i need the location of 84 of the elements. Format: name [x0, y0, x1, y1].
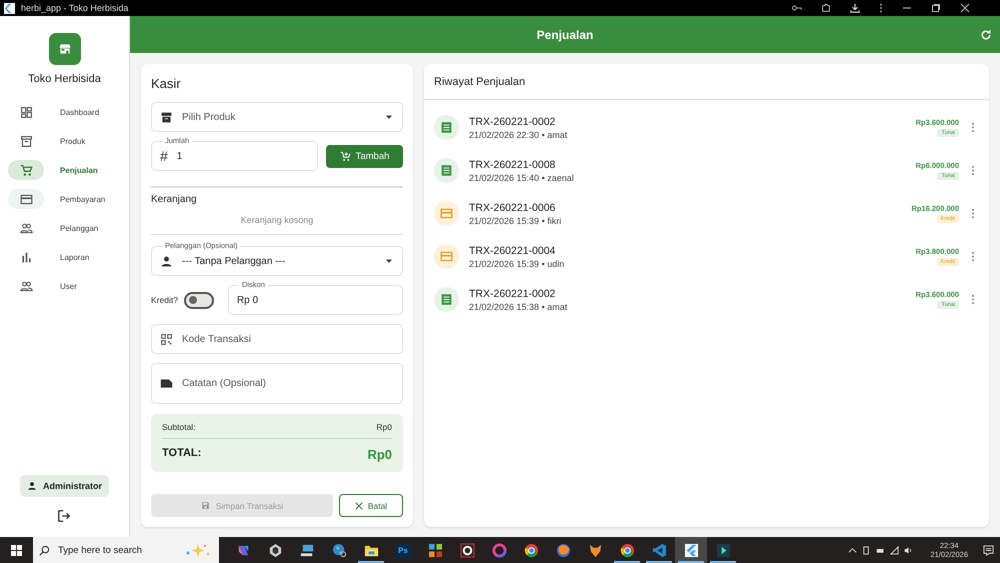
user-chip[interactable]: Administrator [20, 475, 109, 497]
ring-icon [492, 542, 506, 558]
brand-name: Toko Herbisida [28, 73, 101, 85]
close-icon [354, 502, 363, 510]
subtotal-value: Rp0 [376, 422, 392, 432]
credit-switch[interactable] [184, 292, 214, 308]
transaction-meta: 21/02/2026 15:38 • amat [469, 302, 568, 312]
cancel-button[interactable]: Batal [339, 494, 403, 517]
close-icon[interactable] [960, 3, 970, 13]
wifi-icon[interactable] [890, 546, 900, 554]
vscode-icon [652, 542, 666, 558]
flutter-icon [684, 542, 698, 558]
taskbar-button[interactable]: Ps [387, 537, 419, 563]
transaction-meta: 21/02/2026 22:30 • amat [469, 130, 568, 140]
computer-icon [300, 542, 314, 558]
label-icon [160, 377, 173, 390]
tiles-icon [428, 542, 442, 558]
nav-item[interactable]: Penjualan [0, 159, 129, 181]
total-value: Rp0 [367, 447, 392, 462]
subtotal-label: Subtotal: [162, 422, 196, 432]
transaction-meta: 21/02/2026 15:39 • udin [469, 258, 566, 268]
card-title: Riwayat Penjualan [424, 64, 989, 100]
total-label: TOTAL: [162, 447, 202, 461]
note-field[interactable]: Catatan (Opsional) [151, 363, 403, 404]
play-icon [716, 542, 730, 558]
chrome-icon [524, 542, 538, 558]
notification-icon[interactable] [983, 544, 994, 556]
cart-icon [20, 164, 32, 176]
transaction-code: TRX-260221-0004 [469, 244, 556, 256]
card-title: Kasir [151, 76, 182, 91]
nav-item[interactable]: Produk [0, 130, 129, 152]
empty-cart-message: Keranjang kosong [240, 215, 314, 225]
save-icon [200, 501, 210, 510]
transaction-meta: 21/02/2026 15:40 • zaenal [469, 172, 575, 182]
transaction-code-field[interactable]: Kode Transaksi [151, 324, 403, 354]
volume-icon[interactable] [904, 546, 914, 554]
hexagon-icon [268, 542, 282, 558]
people-icon [20, 280, 32, 292]
people-icon [20, 222, 32, 234]
transaction-code: TRX-260221-0006 [469, 202, 556, 214]
nav-item[interactable]: Pembayaran [0, 188, 129, 210]
person-icon [26, 481, 37, 491]
credit-label: Kredit? [151, 295, 178, 305]
app-icon [4, 2, 15, 14]
refresh-icon[interactable] [980, 28, 992, 40]
chevron-up-icon[interactable] [848, 546, 858, 554]
person-icon [160, 254, 173, 268]
more-icon[interactable] [879, 3, 883, 13]
section-title: Keranjang [151, 194, 198, 205]
add-cart-icon [340, 150, 351, 162]
page-title: Penjualan [536, 28, 594, 42]
fox-icon [588, 542, 602, 558]
extension-icon[interactable] [821, 3, 831, 13]
product-dropdown[interactable]: Pilih Produk [151, 102, 403, 132]
maximize-icon[interactable] [931, 3, 941, 13]
logout-icon[interactable] [57, 509, 72, 523]
nav-item[interactable]: User [0, 275, 129, 297]
nav-item[interactable]: Dashboard [0, 101, 129, 123]
qr-code-icon [160, 332, 173, 346]
archive-icon [160, 110, 173, 124]
gear-icon [460, 542, 474, 558]
transaction-code: TRX-260221-0002 [469, 288, 556, 300]
ps-app-icon: Ps [396, 542, 410, 558]
taskbar-button[interactable] [675, 537, 707, 563]
window-title: herbi_app - Toko Herbisida [21, 3, 128, 13]
add-button[interactable]: Tambah [326, 144, 403, 168]
nav-item[interactable]: Laporan [0, 246, 129, 268]
device-icon[interactable] [862, 546, 872, 554]
download-icon[interactable] [850, 3, 860, 13]
bar-chart-icon [20, 250, 32, 264]
key-icon[interactable] [792, 3, 802, 13]
globe-icon [332, 542, 346, 558]
dashboard-icon [20, 106, 32, 118]
chrome-icon [620, 542, 634, 558]
start-icon[interactable] [11, 544, 22, 556]
credit-card-icon [20, 192, 32, 206]
nav-item[interactable]: Pelanggan [0, 217, 129, 239]
transaction-code: TRX-260221-0002 [469, 116, 556, 128]
store-logo-icon [48, 33, 80, 65]
archive-icon [20, 134, 32, 148]
search-icon [39, 544, 50, 556]
transaction-meta: 21/02/2026 15:39 • fikri [469, 216, 562, 226]
taskbar-search-field[interactable]: Type here to search [33, 537, 219, 563]
transaction-code: TRX-260221-0008 [469, 158, 556, 170]
